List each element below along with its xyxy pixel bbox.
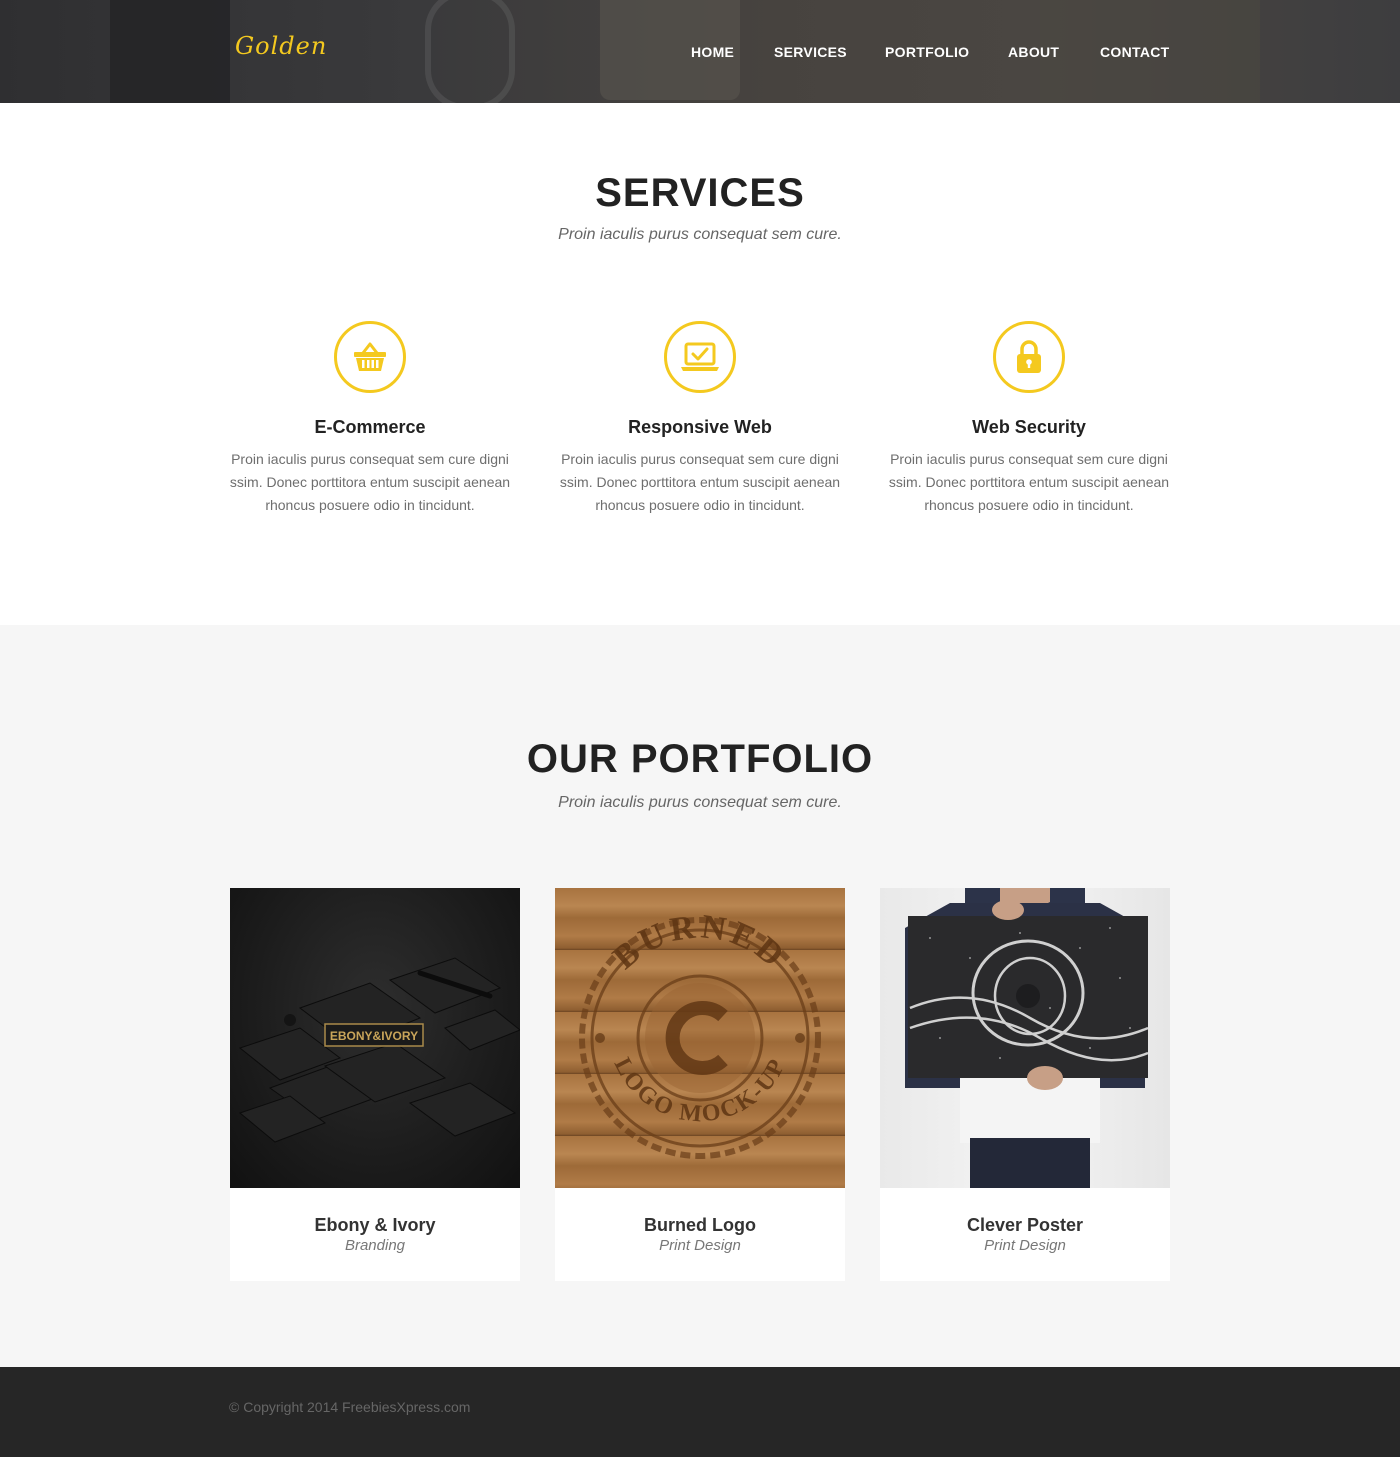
laptop-check-icon — [681, 342, 719, 371]
portfolio-item-burned-logo[interactable]: BURNED LOGO MOCK-UP Burned Logo Print De… — [555, 888, 845, 1281]
stationery-mockup-image: EBONY&IVORY — [238, 957, 520, 1143]
service-web-security: Web Security Proin iaculis purus consequ… — [884, 321, 1174, 517]
portfolio-title: OUR PORTFOLIO — [526, 737, 874, 781]
portfolio-item-category: Branding — [344, 1237, 406, 1254]
poster-photo-image — [905, 888, 1149, 1188]
copyright-text: © Copyright 2014 FreebiesXpress.com — [229, 1399, 471, 1415]
nav-home[interactable]: HOME — [691, 44, 734, 60]
service-responsive-web: Responsive Web Proin iaculis purus conse… — [555, 321, 845, 517]
portfolio-item-title[interactable]: Clever Poster — [880, 1215, 1170, 1236]
nav-contact[interactable]: CONTACT — [1100, 44, 1170, 60]
portfolio-thumbnail[interactable] — [880, 888, 1170, 1188]
nav-about[interactable]: ABOUT — [1008, 44, 1059, 60]
portfolio-thumbnail[interactable]: BURNED LOGO MOCK-UP — [555, 888, 845, 1188]
site-footer: © Copyright 2014 FreebiesXpress.com — [0, 1367, 1400, 1457]
service-description: Proin iaculis purus consequat sem cure d… — [229, 451, 511, 513]
service-title: Responsive Web — [628, 417, 772, 437]
portfolio-item-ebony-ivory[interactable]: EBONY&IVORY Ebony & Ivory Branding — [230, 888, 520, 1281]
service-icon-circle — [334, 321, 406, 393]
nav-services[interactable]: SERVICES — [774, 44, 847, 60]
lock-icon — [1017, 340, 1041, 373]
services-title: SERVICES — [595, 171, 805, 215]
portfolio-item-title[interactable]: Ebony & Ivory — [230, 1215, 520, 1236]
service-description: Proin iaculis purus consequat sem cure d… — [888, 451, 1170, 513]
service-description: Proin iaculis purus consequat sem cure d… — [559, 451, 841, 513]
services-subtitle: Proin iaculis purus consequat sem cure. — [558, 226, 842, 243]
nav-portfolio[interactable]: PORTFOLIO — [885, 44, 969, 60]
portfolio-subtitle: Proin iaculis purus consequat sem cure. — [558, 794, 842, 811]
portfolio-item-category: Print Design — [984, 1237, 1066, 1254]
service-icon-circle — [993, 321, 1065, 393]
portfolio-section: OUR PORTFOLIO Proin iaculis purus conseq… — [0, 625, 1400, 1367]
main-nav: HOME SERVICES PORTFOLIO ABOUT CONTACT — [0, 44, 1400, 64]
portfolio-item-clever-poster[interactable]: Clever Poster Print Design — [880, 888, 1170, 1281]
service-icon-circle — [664, 321, 736, 393]
service-title: Web Security — [972, 417, 1086, 437]
burned-stamp-image: BURNED LOGO MOCK-UP — [579, 908, 821, 1159]
site-header: Golden HOME SERVICES PORTFOLIO ABOUT CON… — [0, 0, 1400, 103]
portfolio-item-category: Print Design — [659, 1237, 741, 1254]
portfolio-thumbnail[interactable]: EBONY&IVORY — [230, 888, 520, 1188]
portfolio-item-title[interactable]: Burned Logo — [555, 1215, 845, 1236]
service-title: E-Commerce — [314, 417, 426, 437]
basket-icon — [354, 342, 386, 371]
thumb-brand-text: EBONY&IVORY — [330, 1029, 418, 1043]
service-ecommerce: E-Commerce Proin iaculis purus consequat… — [225, 321, 515, 517]
services-section: SERVICES Proin iaculis purus consequat s… — [0, 103, 1400, 625]
